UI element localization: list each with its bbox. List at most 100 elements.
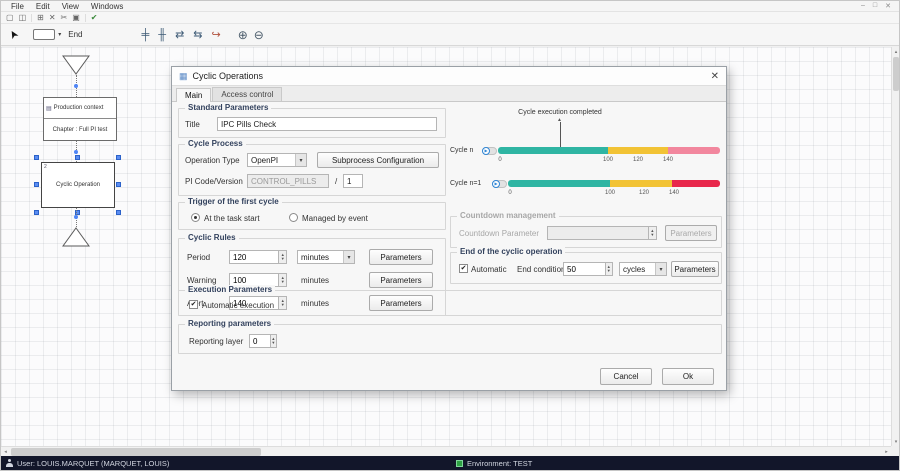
title-input[interactable] <box>217 117 437 131</box>
reporting-layer-input[interactable] <box>249 334 270 348</box>
horizontal-scroll-thumb[interactable] <box>11 448 261 456</box>
scroll-down-icon[interactable]: ▾ <box>892 437 899 446</box>
period-unit-select[interactable]: minutes ▾ <box>297 250 355 264</box>
menu-windows[interactable]: Windows <box>85 2 129 11</box>
copy-icon[interactable]: ▣ <box>72 13 80 22</box>
connector-dot[interactable] <box>74 84 78 88</box>
selection-handle[interactable] <box>34 182 39 187</box>
timeline-axis <box>560 122 561 148</box>
end-condition-input[interactable] <box>563 262 605 276</box>
period-input[interactable] <box>229 250 279 264</box>
tick-label: 0 <box>498 157 502 163</box>
trigger-task-start-radio[interactable] <box>191 213 200 222</box>
swap-reverse-icon[interactable]: ⇆ <box>193 28 202 41</box>
zoom-in-icon[interactable]: ⊕ <box>238 28 248 42</box>
vertical-scrollbar[interactable]: ▴ ▾ <box>891 47 899 446</box>
exit-branch-icon[interactable]: ↪ <box>212 28 221 41</box>
spinner-buttons[interactable]: ▲ ▼ <box>604 262 613 276</box>
countdown-parameter-label: Countdown Parameter <box>459 229 540 238</box>
menu-view[interactable]: View <box>56 2 85 11</box>
selection-handle[interactable] <box>75 155 80 160</box>
warning-parameters-button[interactable]: Parameters <box>369 272 433 288</box>
period-spinner[interactable]: ▲▼ <box>229 250 287 264</box>
spinner-down-icon[interactable]: ▼ <box>607 269 611 273</box>
automatic-end-checkbox[interactable]: ✔ <box>459 264 468 273</box>
chevron-down-icon[interactable]: ▾ <box>295 154 306 166</box>
toolbar-main: ➤ ▾ End ╪ ╫ ⇄ ⇆ ↪ ⊕ ⊖ <box>1 24 899 46</box>
reporting-layer-spinner[interactable]: ▲▼ <box>249 334 277 348</box>
spinner-down-icon: ▼ <box>650 232 655 237</box>
end-cycle-parameters-button[interactable]: Parameters <box>671 261 719 277</box>
chevron-down-icon[interactable]: ▾ <box>58 31 61 38</box>
cycle-n1-bar <box>508 180 720 187</box>
standard-parameters-group: Standard Parameters Title <box>178 103 446 138</box>
zoom-out-icon[interactable]: ⊖ <box>254 28 264 42</box>
minimize-icon[interactable]: – <box>861 2 865 10</box>
ok-button[interactable]: Ok <box>662 368 714 385</box>
tab-main[interactable]: Main <box>176 88 212 102</box>
connector-dot[interactable] <box>74 150 78 154</box>
spinner-down-icon[interactable]: ▼ <box>271 341 275 345</box>
connector-dot[interactable] <box>74 215 78 219</box>
selection-handle[interactable] <box>34 210 39 215</box>
start-node-triangle[interactable] <box>62 55 90 75</box>
validate-icon[interactable]: ✔ <box>91 13 98 22</box>
cyclic-operation-node[interactable]: 2 Cyclic Operation <box>41 162 115 208</box>
spinner-buttons[interactable]: ▲ ▼ <box>269 334 277 348</box>
toolbar-separator <box>31 13 33 22</box>
chevron-down-icon[interactable]: ▾ <box>655 263 666 275</box>
spinner-buttons[interactable]: ▲ ▼ <box>278 273 287 287</box>
period-label: Period <box>187 253 211 262</box>
horizontal-scrollbar[interactable]: ◂ ▸ <box>1 446 891 456</box>
maximize-icon[interactable]: □ <box>873 2 877 10</box>
pi-version-input[interactable] <box>343 174 363 188</box>
trigger-managed-event-radio[interactable] <box>289 213 298 222</box>
alert-segment <box>668 147 720 154</box>
cycle-n1-toggle[interactable]: ▶ <box>492 180 507 188</box>
scroll-up-icon[interactable]: ▴ <box>892 47 899 56</box>
spinner-buttons[interactable]: ▲ ▼ <box>278 250 287 264</box>
automatic-execution-checkbox[interactable]: ✔ <box>189 300 198 309</box>
subprocess-configuration-button[interactable]: Subprocess Configuration <box>317 152 439 168</box>
print-icon[interactable]: ⊞ <box>37 13 44 22</box>
dialog-close-icon[interactable]: ✕ <box>711 71 719 82</box>
spinner-down-icon[interactable]: ▼ <box>281 280 285 284</box>
chevron-down-icon[interactable]: ▾ <box>343 251 354 263</box>
open-window-icon[interactable]: ◫ <box>19 13 27 22</box>
selection-handle[interactable] <box>34 155 39 160</box>
spinner-down-icon[interactable]: ▼ <box>281 257 285 261</box>
end-condition-spinner[interactable]: ▲▼ <box>563 262 613 276</box>
shape-tool-dropdown[interactable]: ▾ End <box>33 29 82 40</box>
new-document-icon[interactable]: ▢ <box>6 13 14 22</box>
menu-edit[interactable]: Edit <box>30 2 56 11</box>
swap-horizontal-icon[interactable]: ⇄ <box>175 28 184 41</box>
distribute-vertical-icon[interactable]: ╪ <box>141 29 149 41</box>
dialog-titlebar[interactable]: ▦ Cyclic Operations ✕ <box>172 67 726 86</box>
automatic-end-label: Automatic <box>471 265 507 274</box>
selection-handle[interactable] <box>116 210 121 215</box>
selection-handle[interactable] <box>116 155 121 160</box>
reporting-layer-label: Reporting layer <box>189 337 244 346</box>
dialog-tabs: Main Access control <box>172 86 726 102</box>
cut-icon[interactable]: ✂ <box>61 13 68 22</box>
junction-icon[interactable]: ╫ <box>158 29 166 41</box>
tab-access-control[interactable]: Access control <box>212 87 283 101</box>
warning-segment <box>608 147 668 154</box>
delete-icon[interactable]: ✕ <box>49 13 56 22</box>
select-pointer-icon[interactable]: ➤ <box>6 27 22 41</box>
warning-label: Warning <box>187 276 217 285</box>
cancel-button[interactable]: Cancel <box>600 368 652 385</box>
operation-type-select[interactable]: OpenPI ▾ <box>247 153 307 167</box>
cycle-timeline: Cycle execution completed ▲ Cycle n ▶ 0 … <box>450 102 722 210</box>
spinner-buttons: ▲ ▼ <box>647 226 657 240</box>
selection-handle[interactable] <box>116 182 121 187</box>
period-parameters-button[interactable]: Parameters <box>369 249 433 265</box>
close-icon[interactable]: ✕ <box>885 2 891 10</box>
menu-file[interactable]: File <box>5 2 30 11</box>
context-node[interactable]: ▤ Production context Chapter : Full PI t… <box>43 97 117 141</box>
vertical-scroll-thumb[interactable] <box>893 57 899 91</box>
end-node-triangle[interactable] <box>62 227 90 247</box>
trigger-managed-event-label: Managed by event <box>302 214 368 223</box>
end-condition-unit-select[interactable]: cycles ▾ <box>619 262 667 276</box>
cycle-n-toggle[interactable]: ▶ <box>482 147 497 155</box>
